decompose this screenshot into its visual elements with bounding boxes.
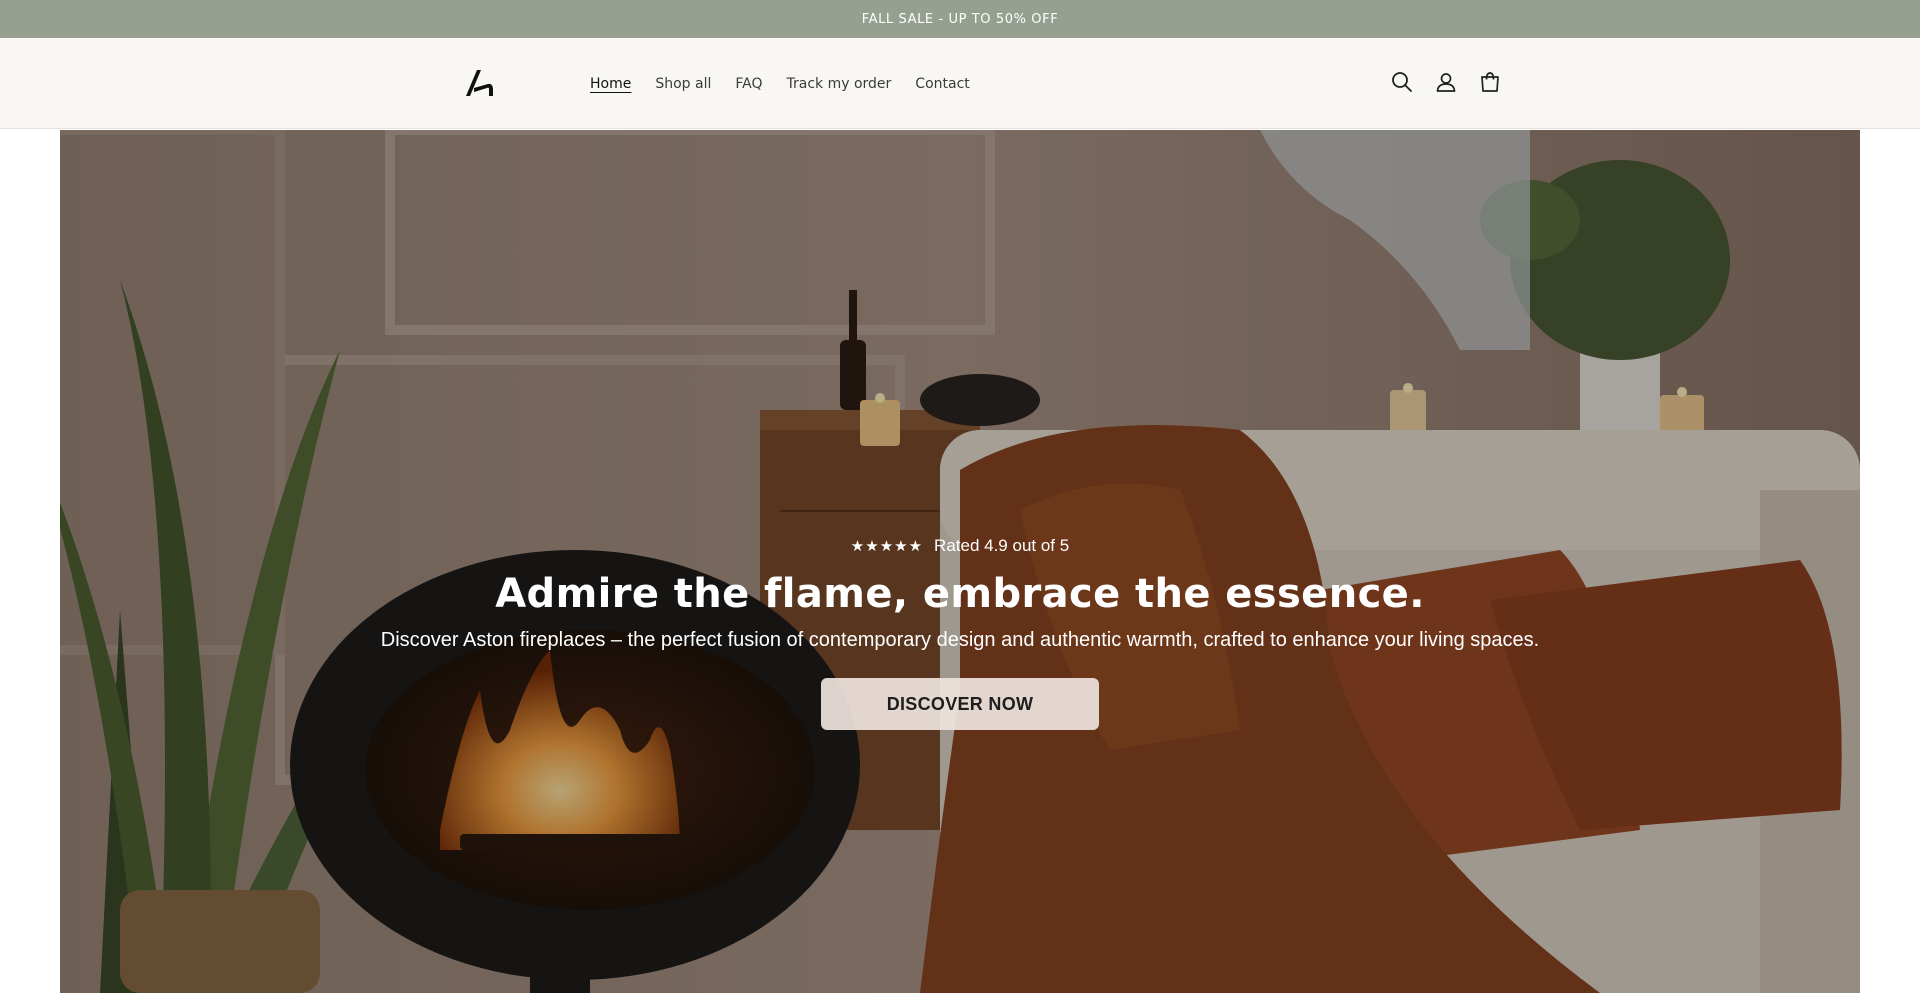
cart-button[interactable] — [1476, 68, 1504, 96]
logo-icon — [466, 70, 493, 96]
announcement-bar: FALL SALE - UP TO 50% OFF — [0, 0, 1920, 38]
nav-home[interactable]: Home — [590, 76, 631, 92]
discover-now-button[interactable]: DISCOVER NOW — [821, 678, 1099, 730]
search-button[interactable] — [1388, 68, 1416, 96]
nav-shop-all[interactable]: Shop all — [655, 76, 711, 92]
hero-headline: Admire the flame, embrace the essence. — [495, 571, 1425, 617]
rating-text: Rated 4.9 out of 5 — [934, 536, 1070, 555]
site-header: Home Shop all FAQ Track my order Contact — [0, 38, 1920, 129]
rating: ★ ★ ★ ★ ★ Rated 4.9 out of 5 — [851, 534, 1069, 558]
announcement-text: FALL SALE - UP TO 50% OFF — [861, 11, 1059, 27]
nav-track-order[interactable]: Track my order — [787, 76, 892, 92]
header-icons — [1388, 68, 1504, 96]
main-nav: Home Shop all FAQ Track my order Contact — [590, 38, 994, 129]
hero-subtext: Discover Aston fireplaces – the perfect … — [380, 629, 1540, 651]
logo[interactable] — [462, 66, 496, 100]
cart-icon — [1481, 72, 1499, 92]
star-icon: ★ — [850, 537, 865, 555]
search-icon — [1392, 72, 1412, 92]
hero-banner: ★ ★ ★ ★ ★ Rated 4.9 out of 5 Admire the flam… — [60, 130, 1860, 993]
nav-faq[interactable]: FAQ — [735, 76, 762, 92]
star-icon: ★ — [908, 537, 923, 555]
hero-content: ★ ★ ★ ★ ★ Rated 4.9 out of 5 Admire the flam… — [60, 534, 1860, 730]
star-icon: ★ — [879, 537, 894, 555]
account-button[interactable] — [1432, 68, 1460, 96]
star-icon: ★ — [865, 537, 879, 555]
account-icon — [1436, 73, 1456, 92]
rating-stars: ★ ★ ★ ★ ★ — [851, 539, 922, 554]
nav-contact[interactable]: Contact — [915, 76, 969, 92]
star-icon: ★ — [894, 537, 908, 555]
